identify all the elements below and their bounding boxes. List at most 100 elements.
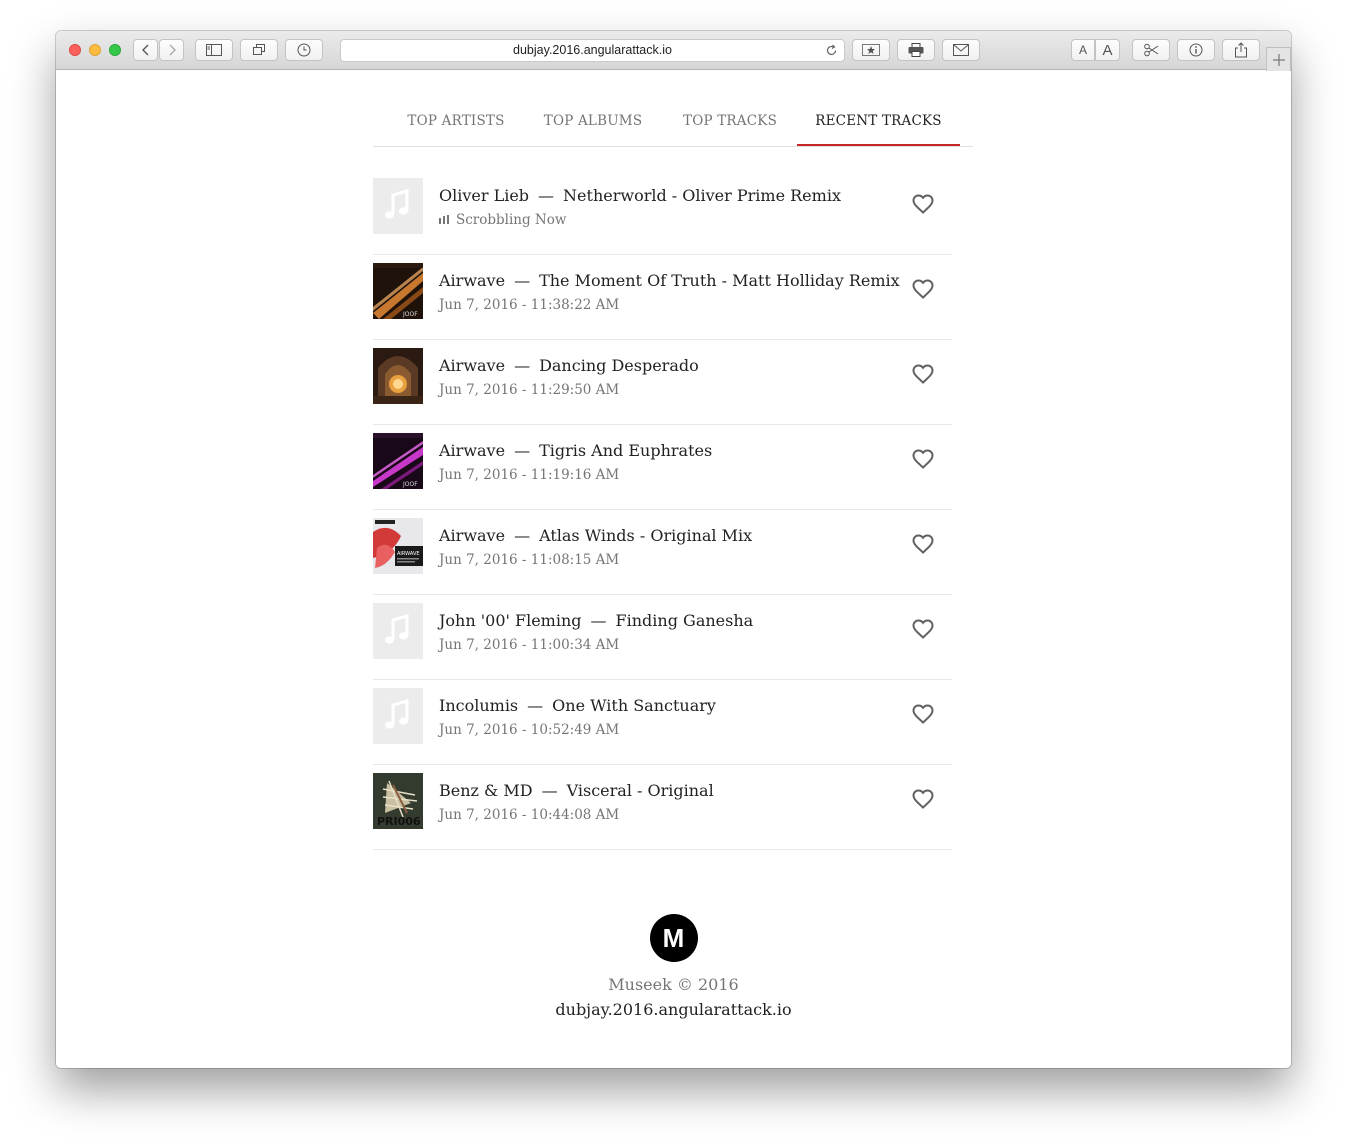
separator-dash: — — [514, 441, 531, 460]
tab-top-artists[interactable]: TOP ARTISTS — [401, 70, 511, 146]
heart-icon[interactable] — [911, 617, 935, 641]
track-artist[interactable]: Incolumis — [439, 696, 518, 715]
small-a-icon: A — [1078, 43, 1087, 57]
track-artist[interactable]: John '00' Fleming — [439, 611, 582, 630]
recent-tracks-list: Oliver Lieb — Netherworld - Oliver Prime R… — [373, 170, 952, 850]
track-title-line: Airwave — Dancing Desperado — [439, 356, 699, 375]
track-row[interactable]: Airwave — Dancing Desperado Jun 7, 2016 - … — [373, 340, 952, 425]
share-icon — [1235, 42, 1247, 58]
separator-dash: — — [514, 271, 531, 290]
forward-button[interactable] — [159, 39, 184, 61]
heart-icon[interactable] — [911, 362, 935, 386]
tab-top-albums[interactable]: TOP ALBUMS — [538, 70, 648, 146]
track-name[interactable]: Tigris And Euphrates — [539, 441, 712, 460]
address-bar[interactable]: dubjay.2016.angularattack.io — [340, 39, 845, 62]
track-artist[interactable]: Benz & MD — [439, 781, 533, 800]
track-title-line: Oliver Lieb — Netherworld - Oliver Prime R… — [439, 186, 841, 205]
track-name[interactable]: Dancing Desperado — [539, 356, 699, 375]
separator-dash: — — [514, 356, 531, 375]
scrobbling-status: Scrobbling Now — [456, 212, 567, 228]
track-row[interactable]: AIRWAVE Airwave — Atlas Winds - Original M… — [373, 510, 952, 595]
footer-domain: dubjay.2016.angularattack.io — [555, 1000, 792, 1019]
track-artist[interactable]: Oliver Lieb — [439, 186, 529, 205]
tab-top-tracks[interactable]: TOP TRACKS — [675, 70, 785, 146]
print-button[interactable] — [897, 39, 935, 61]
browser-toolbar: dubjay.2016.angularattack.io A A — [56, 31, 1291, 70]
track-row[interactable]: PRI006 Benz & MD — Visceral - Original Jun… — [373, 765, 952, 850]
equalizer-icon — [439, 215, 449, 224]
chevron-right-icon — [169, 44, 176, 56]
track-name[interactable]: Atlas Winds - Original Mix — [539, 526, 752, 545]
scissors-icon — [1144, 43, 1159, 57]
heart-icon[interactable] — [911, 532, 935, 556]
track-timestamp: Jun 7, 2016 - 10:52:49 AM — [439, 722, 620, 738]
heart-icon[interactable] — [911, 787, 935, 811]
separator-dash: — — [590, 611, 607, 630]
track-artist[interactable]: Airwave — [439, 526, 505, 545]
track-artist[interactable]: Airwave — [439, 271, 505, 290]
track-row[interactable]: Incolumis — One With Sanctuary Jun 7, 2016… — [373, 680, 952, 765]
url-text: dubjay.2016.angularattack.io — [513, 43, 672, 57]
minimize-window-button[interactable] — [89, 44, 101, 56]
track-row[interactable]: Oliver Lieb — Netherworld - Oliver Prime R… — [373, 170, 952, 255]
track-row[interactable]: JOOF Airwave — Tigris And Euphrates Jun 7,… — [373, 425, 952, 510]
chevron-left-icon — [141, 44, 148, 56]
tab-recent-tracks[interactable]: RECENT TRACKS — [797, 70, 960, 146]
track-name[interactable]: Visceral - Original — [567, 781, 714, 800]
back-button[interactable] — [133, 39, 158, 61]
envelope-icon — [953, 44, 969, 56]
separator-dash: — — [514, 526, 531, 545]
track-row[interactable]: JOOF Airwave — The Moment Of Truth - Matt … — [373, 255, 952, 340]
new-tab-button[interactable] — [1266, 47, 1291, 71]
large-a-icon: A — [1102, 41, 1113, 59]
tab-overview-button[interactable] — [240, 39, 278, 61]
history-button[interactable] — [285, 39, 323, 61]
plus-icon — [1272, 53, 1285, 66]
separator-dash: — — [538, 186, 555, 205]
museek-logo[interactable]: M — [649, 914, 698, 962]
album-art — [373, 348, 423, 404]
heart-icon[interactable] — [911, 447, 935, 471]
track-artist[interactable]: Airwave — [439, 356, 505, 375]
svg-text:JOOF: JOOF — [402, 311, 418, 318]
svg-text:PRI006: PRI006 — [377, 815, 421, 828]
heart-icon[interactable] — [911, 702, 935, 726]
track-artist[interactable]: Airwave — [439, 441, 505, 460]
info-icon — [1189, 43, 1203, 57]
clip-button[interactable] — [1132, 39, 1170, 61]
mail-button[interactable] — [942, 39, 980, 61]
track-title-line: Airwave — Atlas Winds - Original Mix — [439, 526, 752, 545]
track-name[interactable]: One With Sanctuary — [552, 696, 716, 715]
sidebar-button[interactable] — [195, 39, 233, 61]
track-row[interactable]: John '00' Fleming — Finding Ganesha Jun 7,… — [373, 595, 952, 680]
bookmark-button[interactable] — [852, 39, 890, 61]
separator-dash: — — [527, 696, 544, 715]
track-timestamp: Jun 7, 2016 - 10:44:08 AM — [439, 807, 620, 823]
tabs-icon — [253, 44, 265, 55]
track-timestamp: Scrobbling Now — [439, 212, 566, 228]
info-button[interactable] — [1177, 39, 1215, 61]
album-art-placeholder — [373, 178, 423, 234]
track-timestamp: Jun 7, 2016 - 11:38:22 AM — [439, 297, 620, 313]
track-name[interactable]: Netherworld - Oliver Prime Remix — [563, 186, 841, 205]
heart-icon[interactable] — [911, 277, 935, 301]
share-button[interactable] — [1222, 39, 1260, 61]
zoom-window-button[interactable] — [109, 44, 121, 56]
page-footer: M Museek © 2016 dubjay.2016.angularattac… — [56, 914, 1291, 1019]
separator-dash: — — [541, 781, 558, 800]
track-timestamp: Jun 7, 2016 - 11:19:16 AM — [439, 467, 620, 483]
close-window-button[interactable] — [69, 44, 81, 56]
section-tabs: TOP ARTISTS TOP ALBUMS TOP TRACKS RECENT… — [373, 70, 973, 147]
album-art-placeholder — [373, 688, 423, 744]
album-art: JOOF — [373, 433, 423, 489]
browser-window: dubjay.2016.angularattack.io A A TOP ART… — [56, 31, 1291, 1068]
track-name[interactable]: The Moment Of Truth - Matt Holliday Remi… — [539, 271, 900, 290]
reload-icon[interactable] — [825, 44, 838, 57]
track-name[interactable]: Finding Ganesha — [616, 611, 754, 630]
text-smaller-button[interactable]: A — [1071, 39, 1095, 61]
clock-icon — [297, 43, 311, 57]
logo-letter: M — [662, 923, 685, 953]
text-larger-button[interactable]: A — [1095, 39, 1120, 61]
album-art-placeholder — [373, 603, 423, 659]
heart-icon[interactable] — [911, 192, 935, 216]
